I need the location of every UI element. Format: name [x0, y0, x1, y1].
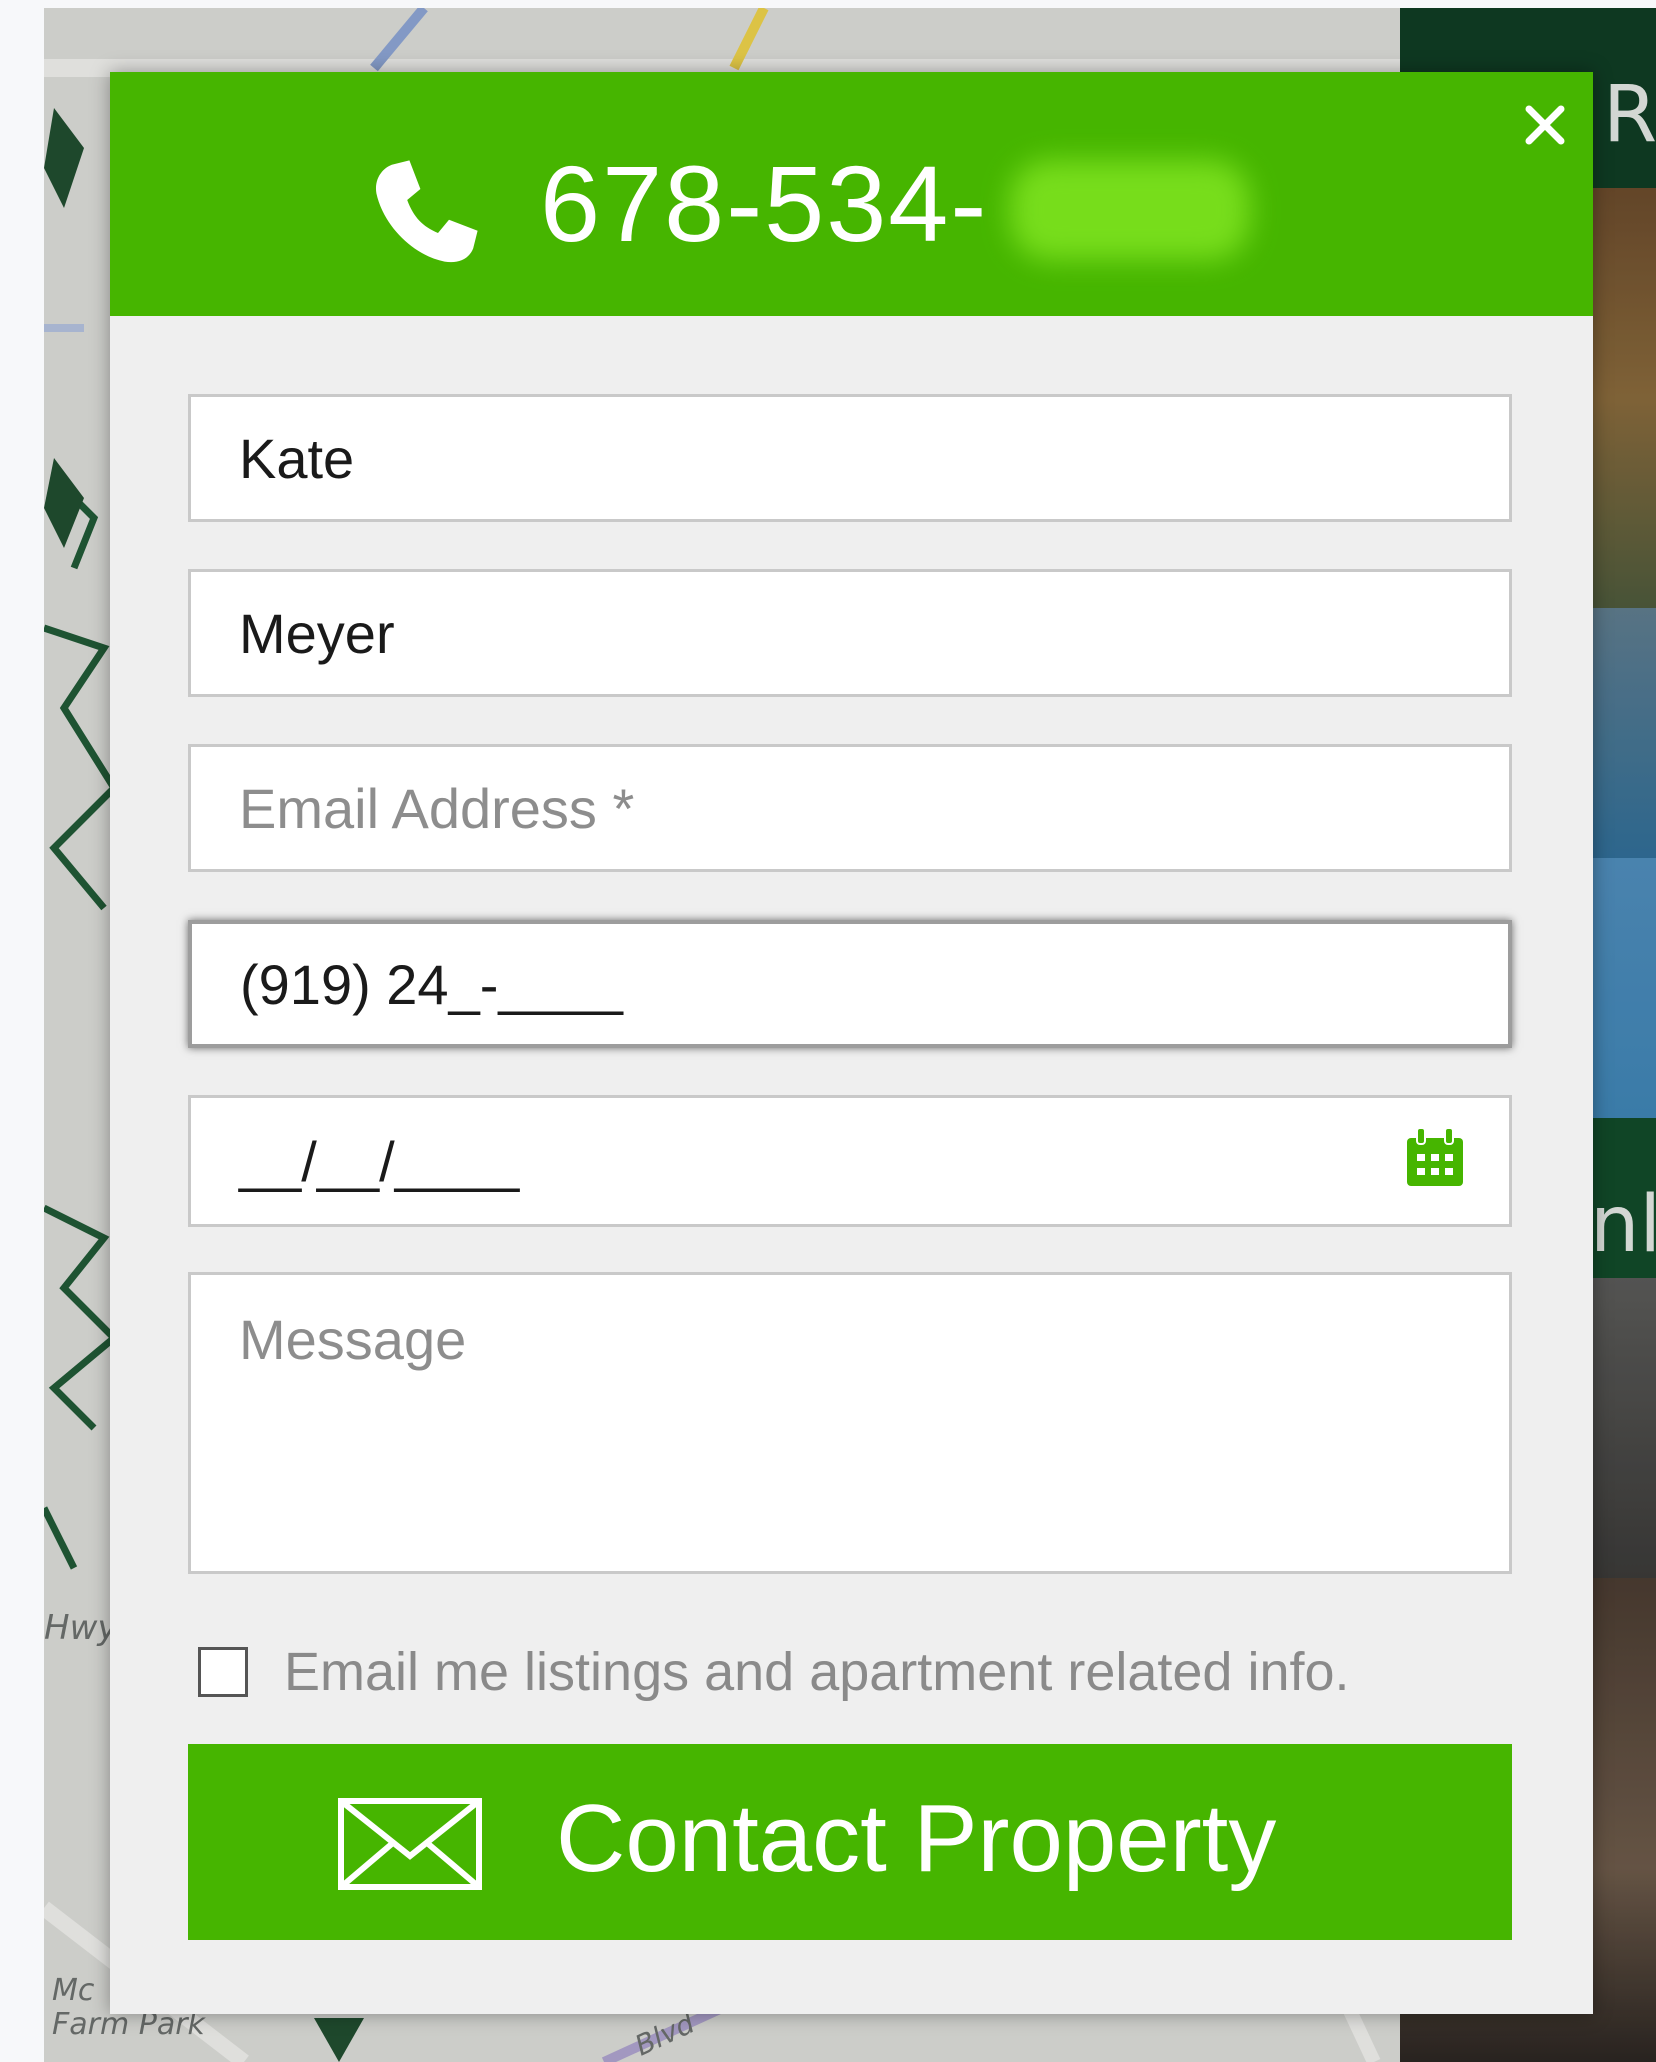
calendar-icon[interactable] — [1403, 1126, 1467, 1190]
modal-header: 678-534- — [110, 72, 1593, 316]
opt-in-label[interactable]: Email me listings and apartment related … — [284, 1641, 1350, 1703]
opt-in-row: Email me listings and apartment related … — [198, 1632, 1350, 1712]
date-value: __/__/____ — [239, 1129, 520, 1193]
move-in-date-input[interactable]: __/__/____ — [188, 1095, 1512, 1227]
phone-number[interactable]: 678-534- — [540, 138, 988, 268]
message-textarea[interactable]: Message — [188, 1272, 1512, 1574]
phone-number-redacted — [1010, 160, 1250, 260]
close-button[interactable] — [1510, 90, 1580, 160]
contact-modal: 678-534- Kate Meyer Email Address * (919… — [110, 72, 1593, 2014]
last-name-input[interactable]: Meyer — [188, 569, 1512, 697]
mail-icon — [338, 1798, 482, 1890]
phone-input[interactable]: (919) 24_-____ — [188, 920, 1512, 1048]
email-input[interactable]: Email Address * — [188, 744, 1512, 872]
close-icon — [1525, 105, 1565, 145]
first-name-input[interactable]: Kate — [188, 394, 1512, 522]
contact-property-label: Contact Property — [556, 1785, 1277, 1892]
phone-icon — [375, 160, 478, 263]
contact-property-button[interactable]: Contact Property — [188, 1744, 1512, 1940]
opt-in-checkbox[interactable] — [198, 1647, 248, 1697]
